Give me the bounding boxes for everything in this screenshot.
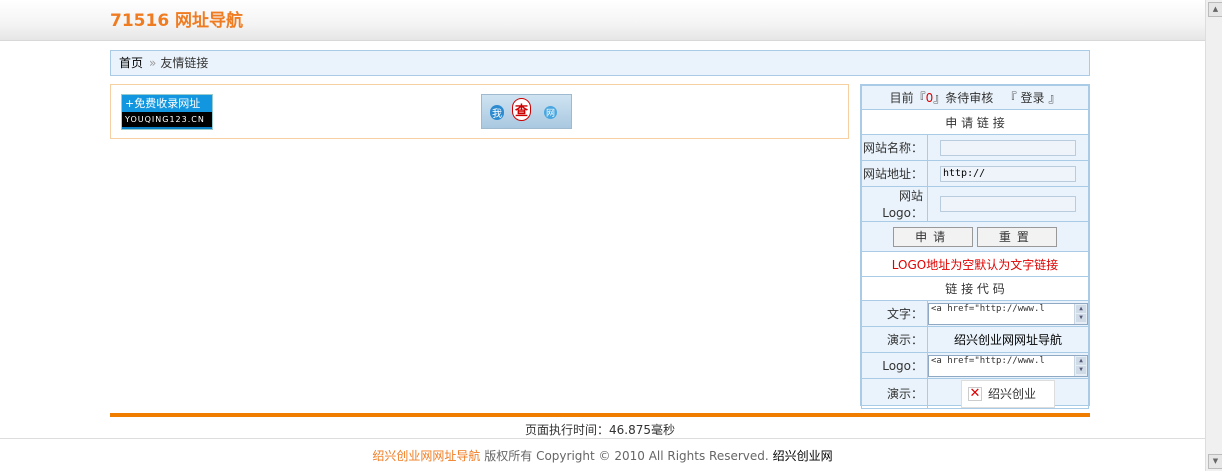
site-name-label: 网站名称： [861,134,928,161]
breadcrumb: 首页 » 友情链接 [110,50,1090,76]
site-url-label: 网站地址： [861,160,928,187]
demo-logo-text: 绍兴创业 [988,387,1037,401]
demo-logo-link[interactable]: ✕ 绍兴创业 [961,379,1055,408]
pending-suffix: 』条待审核 [933,91,994,105]
top-header: 71516 网址导航 [0,0,1205,41]
logo-code-box[interactable]: <a href="http://www.l ▲ ▼ [928,354,1088,377]
demo-text-label: 演示： [861,326,928,353]
site-logo-input[interactable] [940,196,1076,213]
footer-rule [0,438,1205,439]
scroll-down-arrow-icon[interactable]: ▼ [1208,454,1222,469]
logo-code-value: <a href="http://www.l [931,355,1045,366]
site-title[interactable]: 71516 网址导航 [110,6,243,31]
scroll-down-icon[interactable]: ▼ [1076,313,1086,322]
text-code-scrollbar[interactable]: ▲ ▼ [1074,303,1087,324]
demo-logo-label: 演示： [861,378,928,409]
footer-brand-link[interactable]: 绍兴创业网网址导航 [372,449,480,463]
logo-note: LOGO地址为空默认为文字链接 [861,251,1089,277]
text-code-value: <a href="http://www.l [931,303,1045,314]
logo-part-wang: 网 [544,106,558,119]
pending-prefix: 目前『 [889,91,926,105]
site-logo-label: 网站Logo： [861,186,928,222]
code-title: 链 接 代 码 [861,276,1089,301]
site-url-input[interactable] [940,165,1076,182]
page-scrollbar[interactable]: ▲ ▼ [1205,0,1222,471]
apply-button[interactable]: 申请 [893,226,974,247]
copyright: 绍兴创业网网址导航 版权所有 Copyright © 2010 All Righ… [0,447,1205,464]
exec-time: 页面执行时间：46.875毫秒 [525,423,675,437]
logo-line2: YOUQING123.CN [122,112,212,127]
footer-divider [110,413,1090,417]
footer-site-link[interactable]: 绍兴创业网 [773,449,833,463]
pending-status: 目前『0』条待审核 『 登录 』 [861,85,1089,110]
scroll-up-icon[interactable]: ▲ [1076,356,1086,365]
logo-part-wo: 我 [490,105,504,120]
demo-text-link[interactable]: 绍兴创业网网址导航 [927,326,1089,353]
reset-button[interactable]: 重置 [976,226,1057,247]
link-logo-youqing123[interactable]: +免费收录网址 YOUQING123.CN [121,94,213,130]
site-name-input[interactable] [940,139,1076,156]
scroll-up-arrow-icon[interactable]: ▲ [1208,2,1222,17]
scroll-up-icon[interactable]: ▲ [1076,304,1086,313]
text-code-box[interactable]: <a href="http://www.l ▲ ▼ [928,302,1088,325]
friend-links-panel: +免费收录网址 YOUQING123.CN 我 查 网 [110,84,849,139]
broken-image-icon: ✕ [968,385,982,401]
logo-code-label: Logo： [861,352,928,379]
breadcrumb-home-link[interactable]: 首页 [119,56,143,70]
breadcrumb-separator: » [149,56,157,70]
logo-code-scrollbar[interactable]: ▲ ▼ [1074,355,1087,376]
logo-line1: +免费收录网址 [122,95,212,112]
login-link[interactable]: 『 登录 』 [1005,91,1061,105]
apply-link-sidebar: 目前『0』条待审核 『 登录 』 申 请 链 接 网站名称： 网站地址： 网站L… [860,84,1090,409]
apply-title: 申 请 链 接 [861,109,1089,135]
breadcrumb-current: 友情链接 [160,56,209,70]
logo-part-cha: 查 [512,98,532,121]
text-code-label: 文字： [861,300,928,327]
link-logo-wochawang[interactable]: 我 查 网 [481,94,572,129]
footer-rights: 版权所有 Copyright © 2010 All Rights Reserve… [484,449,769,463]
scroll-down-icon[interactable]: ▼ [1076,365,1086,374]
